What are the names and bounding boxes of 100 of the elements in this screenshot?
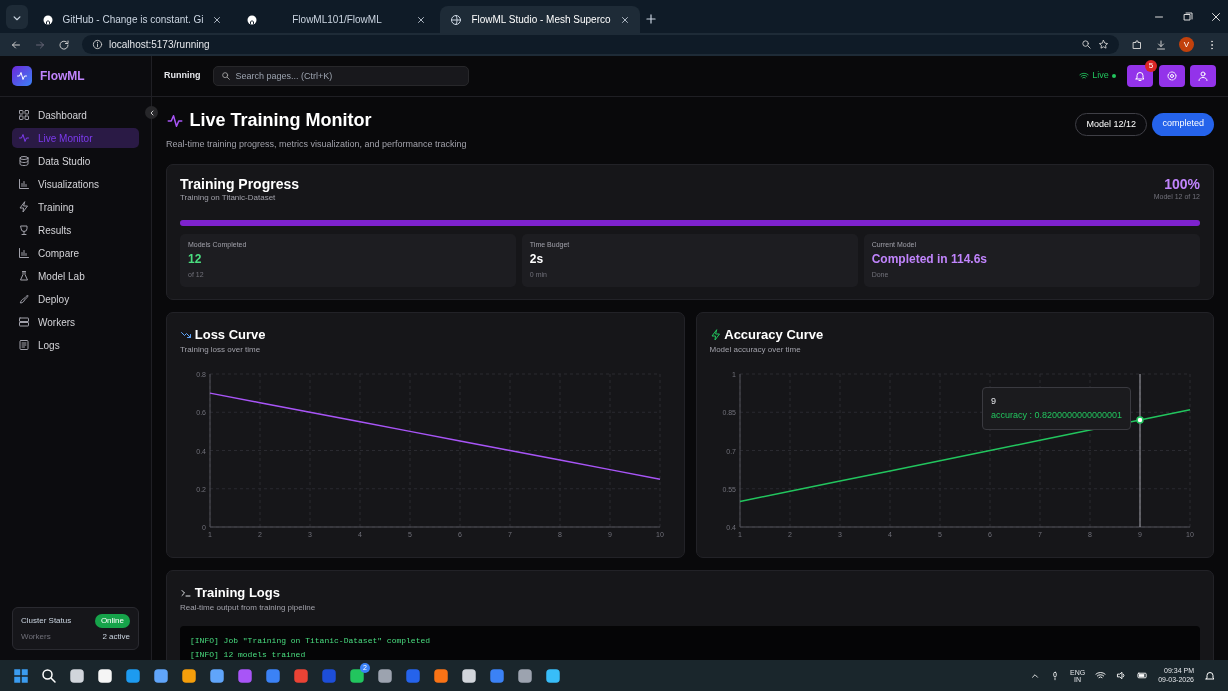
reload-icon[interactable] [58, 38, 70, 51]
app-icon[interactable] [152, 666, 170, 685]
back-icon[interactable] [10, 38, 22, 51]
bar-chart-icon [18, 178, 30, 190]
download-icon[interactable] [1155, 38, 1167, 51]
wifi-icon [1079, 71, 1090, 81]
browser-tab[interactable]: GitHub - Change is constant. Gi [32, 6, 232, 33]
sidebar-item[interactable]: Results [12, 220, 139, 240]
speaker-icon[interactable] [1116, 670, 1128, 681]
sidebar-item[interactable]: Dashboard [12, 105, 139, 125]
chart-subtitle: Model accuracy over time [709, 344, 802, 357]
model-count-badge: Model 12/12 [1075, 112, 1147, 136]
info-icon[interactable] [92, 39, 103, 50]
sidebar-item[interactable]: Visualizations [12, 174, 139, 194]
close-icon[interactable] [1210, 10, 1222, 23]
settings-icon [1165, 70, 1178, 82]
notifications-button[interactable] [1127, 65, 1153, 87]
globe-icon [450, 13, 462, 26]
tab-title: FlowML101/FlowML [291, 13, 383, 27]
page-subtitle: Real-time training progress, metrics visualization, and performance tracking [166, 138, 467, 151]
microphone-icon[interactable] [1050, 670, 1060, 681]
card-subtitle: Training on Titanic-Dataset [180, 192, 277, 204]
sidebar-item[interactable]: Model Lab [12, 266, 139, 286]
workers-count: 2 active [102, 631, 130, 643]
battery-icon[interactable] [1137, 670, 1149, 681]
bell-icon [1134, 70, 1146, 82]
profile-avatar[interactable]: V [1179, 37, 1194, 52]
sidebar-item[interactable]: Data Studio [12, 151, 139, 171]
flask-icon [18, 270, 30, 282]
user-icon [1197, 70, 1209, 82]
brand-name: FlowML [40, 68, 85, 85]
search-icon [220, 71, 231, 81]
settings-button[interactable] [1158, 65, 1185, 87]
lightning-icon [709, 328, 722, 341]
notification-count: 5 [1145, 60, 1157, 72]
app-icon[interactable] [460, 666, 478, 685]
log-line: [INFO] Job "Training on Titanic-Dataset" completed [190, 635, 432, 648]
status-dot [1111, 74, 1116, 78]
database-icon [18, 155, 30, 167]
progress-percent: 100% [1163, 176, 1200, 192]
new-tab-icon[interactable] [644, 12, 658, 26]
tab-title: GitHub - Change is constant. Gi [61, 13, 205, 27]
sidebar-item[interactable]: Compare [12, 243, 139, 263]
sidebar-item[interactable]: Workers [12, 312, 139, 332]
chart-title: Loss Curve [194, 325, 266, 344]
browser-tab[interactable]: FlowML Studio - Mesh Superco [440, 6, 640, 33]
stat-value: 2s [529, 251, 545, 269]
collapse-sidebar-button[interactable] [145, 106, 158, 119]
pulse-icon [18, 132, 30, 144]
grid-icon [18, 109, 30, 121]
app-icon[interactable] [68, 666, 86, 685]
sidebar-item[interactable]: Logs [12, 335, 139, 355]
page-title: Live Training Monitor [189, 109, 372, 132]
stat-value: 12 [188, 251, 203, 269]
star-icon[interactable] [1098, 39, 1109, 50]
app-icon[interactable] [348, 666, 366, 685]
search-icon[interactable] [40, 666, 58, 685]
bar-chart-icon [18, 247, 30, 259]
wifi-icon[interactable] [1095, 670, 1107, 681]
close-icon[interactable] [416, 14, 426, 25]
trophy-icon [18, 224, 30, 236]
zoom-icon[interactable] [1081, 39, 1092, 50]
tab-title: FlowML Studio - Mesh Superco [470, 13, 612, 27]
log-line: [INFO] 12 models trained [190, 649, 307, 660]
sidebar-item[interactable]: Training [12, 197, 139, 217]
start-icon[interactable] [12, 666, 30, 685]
chart-subtitle: Training loss over time [180, 344, 262, 357]
tooltip-value: accuracy : 0.8200000000000001 [990, 409, 1122, 423]
search-field[interactable]: Search pages... (Ctrl+K) [212, 66, 469, 86]
workers-label: Workers [21, 631, 51, 643]
restore-icon[interactable] [1181, 10, 1194, 23]
app-icon[interactable] [544, 666, 562, 685]
close-icon[interactable] [212, 14, 222, 25]
app-icon[interactable] [516, 666, 534, 685]
chart-title: Accuracy Curve [724, 325, 824, 344]
status-pill: Online [94, 614, 130, 629]
lightning-icon [18, 201, 30, 213]
server-icon [18, 316, 30, 328]
document-icon [18, 339, 30, 351]
stat-value: Completed in 114.6s [871, 251, 989, 269]
data-point [1135, 416, 1144, 424]
app-icon[interactable] [96, 666, 114, 685]
profile-button[interactable] [1190, 65, 1216, 87]
app-icon[interactable] [208, 666, 226, 685]
cluster-status-label: Cluster Status [21, 615, 72, 628]
status-badge: completed [1152, 112, 1214, 136]
card-title: Training Progress [180, 176, 300, 192]
card-subtitle: Real-time output from training pipeline [180, 602, 317, 615]
app-icon[interactable] [180, 666, 198, 685]
tooltip-label: 9 [990, 394, 997, 408]
address-text[interactable]: localhost:5173/running [109, 37, 210, 52]
logo-icon [12, 66, 32, 86]
notification-bell-icon[interactable] [1204, 669, 1216, 682]
breadcrumb-text: Running [164, 69, 201, 83]
close-icon[interactable] [620, 14, 630, 25]
sidebar-item[interactable]: Deploy [12, 289, 139, 309]
card-title: Training Logs [194, 583, 280, 602]
live-indicator: Live [1092, 69, 1109, 83]
app-icon[interactable] [376, 666, 394, 685]
browser-tab[interactable]: FlowML101/FlowML [236, 6, 436, 33]
